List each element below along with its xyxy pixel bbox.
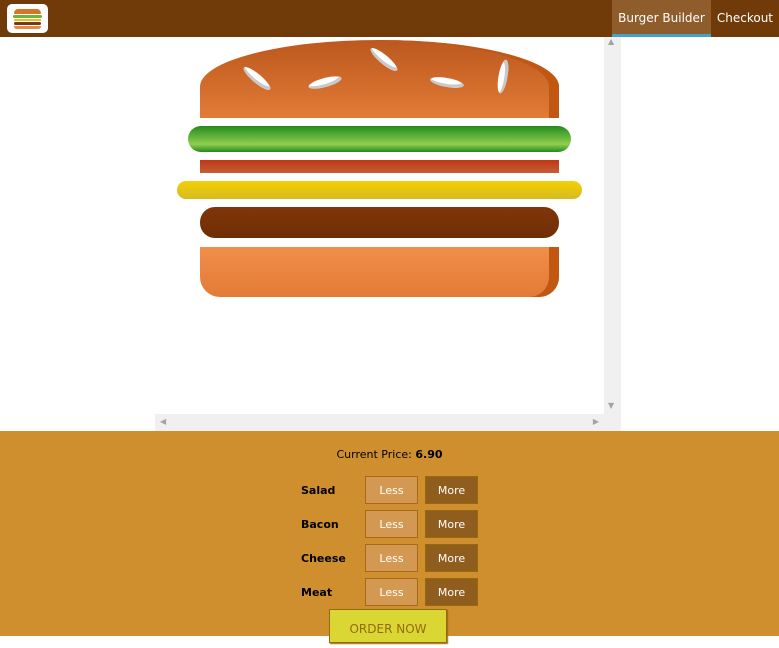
price-label: Current Price: bbox=[336, 448, 412, 461]
nav-burger-builder[interactable]: Burger Builder bbox=[612, 0, 711, 37]
salad-more-button[interactable]: More bbox=[425, 476, 478, 504]
control-label: Salad bbox=[301, 484, 336, 497]
current-price: Current Price: 6.90 bbox=[0, 448, 779, 461]
burger-logo-icon[interactable] bbox=[7, 4, 48, 33]
cheese-less-button[interactable]: Less bbox=[365, 544, 418, 572]
control-row-meat: Meat Less More bbox=[301, 578, 481, 610]
control-label: Bacon bbox=[301, 518, 339, 531]
order-now-button[interactable]: ORDER NOW bbox=[329, 609, 447, 643]
bacon-more-button[interactable]: More bbox=[425, 510, 478, 538]
scroll-right-icon[interactable]: ▶ bbox=[593, 417, 599, 426]
control-label: Meat bbox=[301, 586, 333, 599]
horizontal-scrollbar[interactable]: ◀ ▶ bbox=[155, 414, 604, 431]
control-row-cheese: Cheese Less More bbox=[301, 544, 481, 576]
salad-layer bbox=[188, 126, 571, 152]
price-value: 6.90 bbox=[415, 448, 443, 461]
bread-bottom bbox=[200, 247, 559, 297]
scroll-left-icon[interactable]: ◀ bbox=[160, 417, 166, 426]
build-controls: Current Price: 6.90 Salad Less More Baco… bbox=[0, 431, 779, 643]
control-label: Cheese bbox=[301, 552, 346, 565]
navigation: Burger Builder Checkout bbox=[612, 0, 779, 37]
control-row-salad: Salad Less More bbox=[301, 476, 481, 508]
salad-less-button[interactable]: Less bbox=[365, 476, 418, 504]
control-row-bacon: Bacon Less More bbox=[301, 510, 481, 542]
cheese-layer bbox=[177, 181, 582, 199]
burger-preview bbox=[155, 37, 604, 414]
meat-less-button[interactable]: Less bbox=[365, 578, 418, 606]
scroll-down-icon[interactable]: ▼ bbox=[608, 401, 614, 410]
cheese-more-button[interactable]: More bbox=[425, 544, 478, 572]
bacon-less-button[interactable]: Less bbox=[365, 510, 418, 538]
toolbar: Burger Builder Checkout bbox=[0, 0, 779, 37]
meat-more-button[interactable]: More bbox=[425, 578, 478, 606]
bread-top bbox=[200, 40, 559, 118]
nav-checkout[interactable]: Checkout bbox=[711, 0, 779, 37]
bacon-layer bbox=[200, 160, 559, 173]
scroll-up-icon[interactable]: ▲ bbox=[608, 37, 614, 46]
meat-layer bbox=[200, 207, 559, 238]
vertical-scrollbar[interactable]: ▲ ▼ bbox=[604, 37, 621, 414]
scrollbar-corner bbox=[604, 414, 621, 431]
